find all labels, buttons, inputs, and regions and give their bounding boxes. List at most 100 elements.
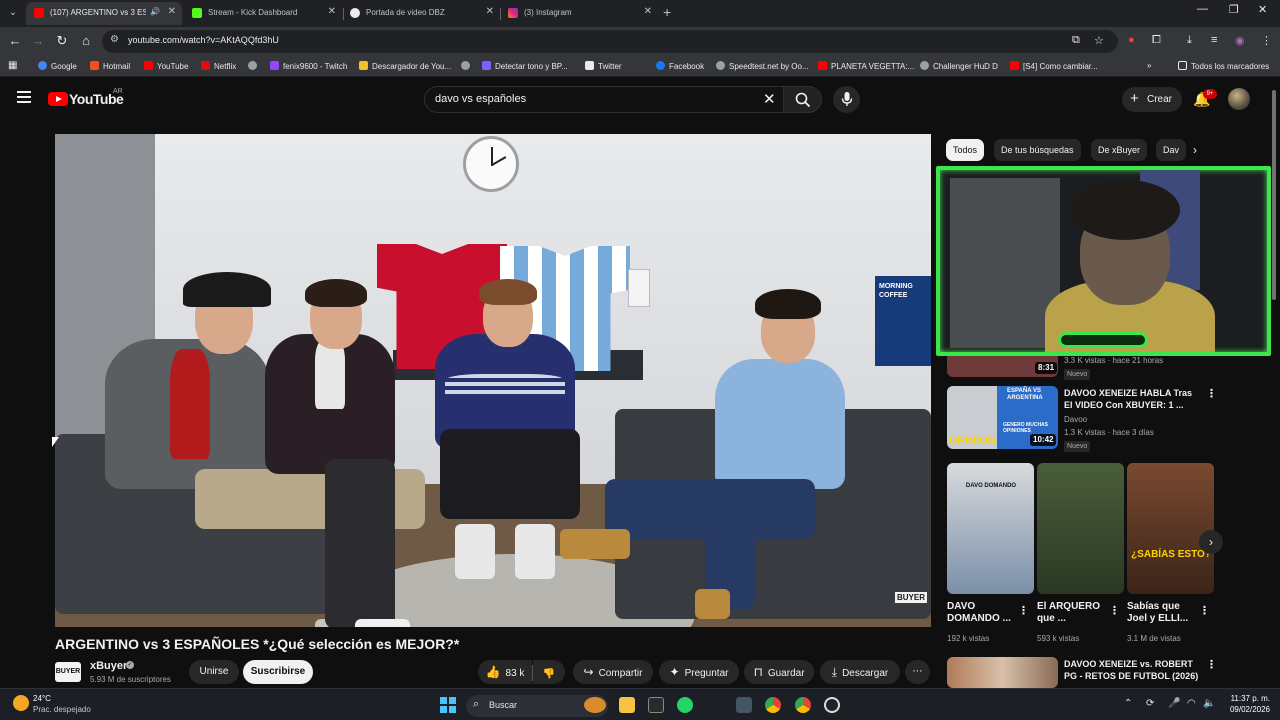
weather-temp[interactable]: 24°C — [33, 694, 51, 703]
windows-start-icon[interactable] — [440, 697, 456, 713]
search-box[interactable] — [424, 86, 784, 113]
video-channel[interactable]: Davoo — [1064, 414, 1087, 425]
bookmark-planeta[interactable]: PLANETA VEGETTA:... — [818, 61, 914, 71]
wifi-icon[interactable]: ◠ — [1187, 698, 1196, 709]
close-window-icon[interactable]: ✕ — [1258, 3, 1267, 16]
video-menu-icon[interactable]: ⋮ — [1206, 387, 1217, 400]
extensions-icon[interactable]: ⧠ — [1152, 34, 1161, 47]
subscribe-button[interactable]: Suscribirse — [243, 660, 313, 684]
bookmark-google[interactable]: Google — [38, 61, 77, 71]
bookmark-s4[interactable]: [S4] Como cambiar... — [1010, 61, 1098, 71]
tab-kick[interactable]: Stream - Kick Dashboard ✕ — [184, 2, 342, 25]
share-button[interactable]: ↪ Compartir — [573, 660, 653, 684]
tab-portada[interactable]: Portada de video DBZ ✕ — [342, 2, 500, 25]
channel-avatar[interactable]: BUYER — [55, 662, 81, 682]
create-button[interactable]: + Crear — [1122, 87, 1182, 112]
chevron-right-icon[interactable]: › — [1193, 143, 1197, 157]
youtube-logo-icon[interactable] — [48, 92, 68, 106]
clear-search-icon[interactable]: ✕ — [763, 90, 776, 108]
video-player[interactable]: MORNING COFFEE BUYER — [55, 134, 931, 627]
file-explorer-icon[interactable] — [619, 697, 635, 713]
taskbar-time[interactable]: 11:37 p. m. — [1222, 694, 1270, 703]
chrome-active-icon[interactable] — [795, 697, 811, 713]
bookmark-twitter[interactable]: Twitter — [585, 61, 622, 71]
minimize-icon[interactable]: — — [1197, 3, 1208, 15]
bookmark-challenger[interactable]: Challenger HuD D — [920, 61, 998, 71]
pizza-app-icon[interactable] — [584, 697, 606, 713]
related-video-thumbnail[interactable] — [947, 657, 1058, 688]
short-menu-icon[interactable]: ⋮ — [1199, 604, 1210, 617]
short-thumbnail[interactable] — [1037, 463, 1124, 594]
obs-icon[interactable] — [824, 697, 840, 713]
extension-badge-icon[interactable]: ● — [1128, 34, 1135, 46]
save-button[interactable]: ⊓ Guardar — [744, 660, 814, 684]
tray-chevron-icon[interactable]: ⌃ — [1124, 698, 1132, 709]
account-avatar[interactable] — [1228, 88, 1250, 110]
all-bookmarks[interactable]: Todos los marcadores — [1178, 61, 1269, 71]
download-button[interactable]: ⤓ Descargar — [820, 660, 900, 684]
close-tab-icon[interactable]: ✕ — [486, 6, 494, 17]
bookmark-descargador[interactable]: Descargador de You... — [359, 61, 451, 71]
short-thumbnail[interactable]: DAVO DOMANDO — [947, 463, 1034, 594]
taskbar-date[interactable]: 09/02/2026 — [1222, 705, 1270, 714]
download-icon[interactable]: ⤓ — [1187, 34, 1192, 47]
more-actions-button[interactable]: ⋯ — [905, 660, 930, 684]
tab-youtube[interactable]: (107) ARGENTINO vs 3 ESPA 🔊 ✕ — [26, 2, 182, 25]
sync-tray-icon[interactable]: ⟳ — [1146, 698, 1154, 709]
chip-xbuyer[interactable]: De xBuyer — [1091, 139, 1148, 161]
bookmark-twitch[interactable]: fenix9600 - Twitch — [270, 61, 347, 71]
tab-search-icon[interactable]: ⌄ — [4, 4, 22, 22]
volume-icon[interactable]: 🔈 — [1203, 698, 1215, 709]
more-bookmarks-icon[interactable]: » — [1147, 61, 1151, 70]
short-menu-icon[interactable]: ⋮ — [1018, 604, 1029, 617]
whatsapp-icon[interactable] — [677, 697, 693, 713]
chrome-menu-icon[interactable]: ⋮ — [1261, 34, 1272, 47]
close-tab-icon[interactable]: ✕ — [644, 6, 652, 17]
video-menu-icon[interactable]: ⋮ — [1206, 658, 1217, 671]
back-icon[interactable]: ← — [6, 33, 24, 48]
speaker-icon[interactable]: 🔊 — [150, 7, 160, 16]
menu-icon[interactable] — [17, 91, 31, 103]
bookmark-netflix[interactable]: Netflix — [201, 61, 236, 71]
related-video-title[interactable]: DAVOO XENEIZE vs. ROBERT PG - RETOS DE F… — [1064, 658, 1204, 682]
shorts-next-icon[interactable]: › — [1199, 530, 1223, 554]
bookmark-facebook[interactable]: Facebook — [656, 61, 704, 71]
close-tab-icon[interactable]: ✕ — [168, 6, 176, 17]
bookmark-detectar[interactable]: Detectar tono y BP... — [482, 61, 568, 71]
short-title[interactable]: DAVO DOMANDO ... — [947, 601, 1013, 625]
mic-tray-icon[interactable]: 🎤 — [1168, 698, 1180, 709]
bookmark-hotmail[interactable]: Hotmail — [90, 61, 130, 71]
weather-sun-icon[interactable] — [13, 695, 29, 711]
tab-instagram[interactable]: (3) Instagram ✕ — [500, 2, 658, 25]
related-video-title[interactable]: DAVOO XENEIZE HABLA Tras El VIDEO Con XB… — [1064, 387, 1202, 411]
new-tab-icon[interactable]: + — [663, 4, 671, 20]
url-text[interactable]: youtube.com/watch?v=AKtAQQfd3hU — [128, 35, 279, 45]
ask-button[interactable]: ✦ Preguntar — [659, 660, 739, 684]
restore-icon[interactable]: ❐ — [1229, 3, 1239, 16]
search-input[interactable] — [435, 93, 735, 105]
bookmark-speedtest[interactable]: Speedtest.net by Oo... — [716, 61, 809, 71]
install-app-icon[interactable]: ⧉ — [1072, 34, 1080, 47]
close-tab-icon[interactable]: ✕ — [328, 6, 336, 17]
page-scrollbar[interactable] — [1272, 90, 1276, 300]
reload-icon[interactable]: ↻ — [53, 33, 71, 49]
bookmark-star-icon[interactable]: ☆ — [1094, 34, 1104, 47]
weather-desc[interactable]: Prac. despejado — [33, 705, 91, 714]
chrome-icon[interactable] — [765, 697, 781, 713]
chip-todos[interactable]: Todos — [946, 139, 985, 161]
home-icon[interactable]: ⌂ — [77, 33, 95, 48]
chip-searches[interactable]: De tus búsquedas — [994, 139, 1081, 161]
short-thumbnail[interactable]: ¿SABÍAS ESTO? — [1127, 463, 1214, 594]
address-bar[interactable]: ⚙ youtube.com/watch?v=AKtAQQfd3hU ⧉ ☆ — [102, 30, 1118, 53]
game-app-icon[interactable] — [736, 697, 752, 713]
media-controls-icon[interactable]: ≡ — [1211, 34, 1217, 46]
short-title[interactable]: El ARQUERO que ... — [1037, 601, 1103, 625]
bookmark-youtube[interactable]: YouTube — [144, 61, 188, 71]
site-info-icon[interactable]: ⚙ — [110, 34, 119, 45]
bookmark-globe-2[interactable] — [461, 61, 474, 71]
short-title[interactable]: Sabías que Joel y ELLI... — [1127, 601, 1193, 625]
epic-games-icon[interactable] — [648, 697, 664, 713]
like-button[interactable]: 👍 83 k — [478, 660, 532, 684]
search-button[interactable] — [783, 86, 822, 113]
dislike-button[interactable]: 👍 — [533, 660, 565, 684]
